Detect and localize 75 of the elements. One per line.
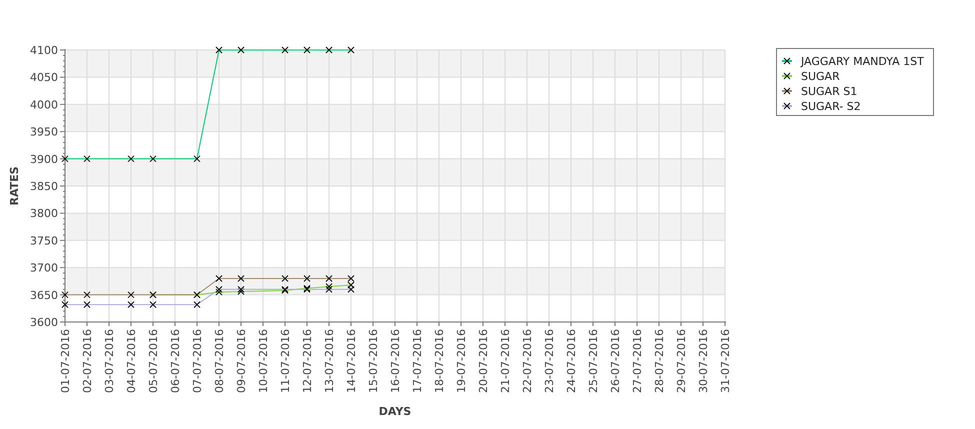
x-tick-label: 25-07-2016 bbox=[587, 329, 600, 393]
point-marker bbox=[150, 301, 156, 308]
y-tick-label: 3750 bbox=[30, 234, 58, 248]
y-tick-label: 4100 bbox=[30, 44, 58, 57]
y-tick-label: 3850 bbox=[30, 180, 58, 193]
x-tick-label: 03-07-2016 bbox=[103, 329, 116, 393]
x-tick-label: 12-07-2016 bbox=[301, 329, 314, 393]
point-marker bbox=[282, 274, 288, 282]
x-tick-label: 01-07-2016 bbox=[59, 329, 72, 393]
point-marker bbox=[84, 301, 90, 308]
legend-label: SUGAR bbox=[801, 70, 840, 83]
x-tick-label: 19-07-2016 bbox=[455, 329, 468, 393]
legend-label: SUGAR S1 bbox=[801, 85, 858, 98]
point-marker bbox=[304, 46, 310, 54]
x-tick-label: 24-07-2016 bbox=[565, 329, 578, 393]
legend-label: SUGAR- S2 bbox=[801, 100, 861, 113]
x-tick-label: 04-07-2016 bbox=[125, 329, 138, 393]
x-tick-label: 02-07-2016 bbox=[81, 329, 94, 393]
legend-swatch-icon bbox=[782, 102, 792, 110]
point-marker bbox=[194, 155, 200, 162]
point-marker bbox=[84, 291, 90, 298]
y-tick-label: 3650 bbox=[30, 288, 58, 302]
x-tick-label: 10-07-2016 bbox=[257, 329, 270, 393]
y-tick-label: 3600 bbox=[30, 316, 58, 329]
x-tick-label: 28-07-2016 bbox=[653, 329, 666, 393]
point-marker bbox=[128, 155, 134, 162]
point-marker bbox=[128, 301, 134, 308]
x-tick-label: 20-07-2016 bbox=[477, 329, 490, 393]
point-marker bbox=[326, 46, 332, 54]
x-tick-label: 14-07-2016 bbox=[345, 329, 358, 393]
point-marker bbox=[216, 274, 222, 282]
point-marker bbox=[216, 46, 222, 54]
y-tick-label: 3900 bbox=[30, 152, 58, 166]
x-tick-label: 22-07-2016 bbox=[521, 329, 534, 393]
x-tick-label: 30-07-2016 bbox=[697, 329, 710, 393]
point-marker bbox=[348, 46, 354, 54]
x-tick-label: 13-07-2016 bbox=[323, 329, 336, 393]
x-tick-label: 27-07-2016 bbox=[631, 329, 644, 393]
x-tick-label: 08-07-2016 bbox=[213, 329, 226, 393]
x-tick-label: 07-07-2016 bbox=[191, 329, 204, 393]
x-tick-label: 15-07-2016 bbox=[367, 329, 380, 393]
x-tick-label: 23-07-2016 bbox=[543, 329, 556, 393]
point-marker bbox=[238, 274, 244, 282]
y-axis-title: RATES bbox=[8, 166, 21, 206]
point-marker bbox=[62, 155, 68, 162]
point-marker bbox=[128, 291, 134, 298]
point-marker bbox=[282, 46, 288, 54]
x-tick-label: 21-07-2016 bbox=[499, 329, 512, 393]
x-tick-label: 29-07-2016 bbox=[675, 329, 688, 393]
x-tick-label: 06-07-2016 bbox=[169, 329, 182, 393]
x-tick-label: 31-07-2016 bbox=[719, 329, 732, 393]
point-marker bbox=[304, 274, 310, 282]
x-tick-label: 09-07-2016 bbox=[235, 329, 248, 393]
y-tick-label: 4050 bbox=[30, 71, 58, 84]
legend-label: JAGGARY MANDYA 1ST bbox=[801, 55, 924, 68]
y-tick-label: 3800 bbox=[30, 207, 58, 220]
legend-swatch-icon bbox=[782, 72, 792, 80]
y-tick-label: 4000 bbox=[30, 98, 58, 112]
point-marker bbox=[62, 301, 68, 308]
x-axis-title: DAYS bbox=[378, 405, 412, 418]
y-tick-label: 3700 bbox=[30, 262, 58, 275]
x-tick-label: 05-07-2016 bbox=[147, 329, 160, 393]
point-marker bbox=[84, 155, 90, 162]
x-tick-label: 16-07-2016 bbox=[389, 329, 402, 393]
y-tick-label: 3950 bbox=[30, 126, 58, 139]
x-tick-label: 26-07-2016 bbox=[609, 329, 622, 393]
point-marker bbox=[62, 291, 68, 298]
legend-swatch-icon bbox=[782, 88, 792, 94]
legend-swatch-icon bbox=[782, 58, 792, 64]
point-marker bbox=[238, 46, 244, 54]
x-tick-label: 17-07-2016 bbox=[411, 329, 424, 393]
x-tick-label: 11-07-2016 bbox=[279, 329, 292, 393]
x-tick-label: 18-07-2016 bbox=[433, 329, 446, 393]
point-marker bbox=[150, 155, 156, 162]
point-marker bbox=[194, 301, 200, 308]
